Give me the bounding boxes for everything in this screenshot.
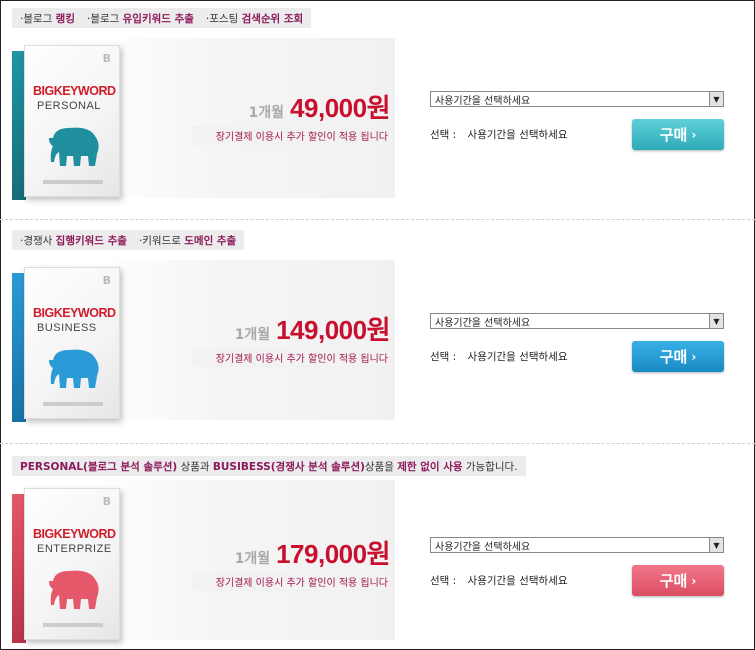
product-business: ·경쟁사 집행키워드 추출 ·키워드로 도메인 추출 B BIGKEYWORD … (0, 222, 755, 440)
buy-button[interactable]: 구매 › (632, 119, 724, 150)
box-edition: BUSINESS (37, 322, 97, 334)
price: 149,000원 (276, 315, 390, 345)
product-enterprize: PERSONAL(블로그 분석 솔루션) 상품과 BUSIBESS(경쟁사 분석… (0, 446, 755, 650)
dropdown-arrow-icon[interactable]: ▼ (709, 314, 723, 328)
box-front: B BIGKEYWORD PERSONAL (24, 45, 120, 197)
elephant-icon (49, 127, 99, 166)
product-personal: ·블로그 랭킹 ·블로그 유입키워드 추출 ·포스팅 검색순위 조회 B BIG… (0, 0, 755, 218)
box-logo-letter: B (102, 495, 111, 508)
chevron-right-icon: › (691, 127, 697, 142)
period-select[interactable]: 사용기간을 선택하세요 ▼ (430, 537, 724, 553)
selection-value: 사용기간을 선택하세요 (467, 351, 568, 363)
feature-tags: ·경쟁사 집행키워드 추출 ·키워드로 도메인 추출 (12, 230, 245, 250)
feature-tag: ·경쟁사 집행키워드 추출 (20, 234, 127, 247)
selection-value: 사용기간을 선택하세요 (467, 129, 568, 141)
price-row: 1개월 149,000원 (150, 310, 391, 347)
box-fine-print (43, 623, 103, 627)
feature-tag: ·키워드로 도메인 추출 (138, 234, 237, 247)
period-select[interactable]: 사용기간을 선택하세요 ▼ (430, 91, 724, 107)
enterprise-note: PERSONAL(블로그 분석 솔루션) 상품과 BUSIBESS(경쟁사 분석… (12, 456, 526, 476)
billing-period: 1개월 (234, 551, 271, 567)
box-front: B BIGKEYWORD ENTERPRIZE (24, 488, 120, 640)
box-edition: PERSONAL (37, 100, 101, 112)
price-row: 1개월 49,000원 (150, 88, 391, 125)
product-box-image: B BIGKEYWORD BUSINESS (12, 267, 120, 422)
period-select-value: 사용기간을 선택하세요 (435, 95, 531, 107)
selection-label: 선택 : (430, 351, 457, 363)
discount-note: 장기결제 이용시 추가 할인이 적용 됩니다 (192, 348, 390, 367)
buy-button-label: 구매 (659, 126, 688, 144)
period-select-value: 사용기간을 선택하세요 (435, 317, 531, 329)
box-brand: BIGKEYWORD (33, 84, 116, 98)
selection-summary: 선택 : 사용기간을 선택하세요 (430, 349, 567, 364)
billing-period: 1개월 (248, 105, 285, 121)
billing-period: 1개월 (234, 327, 271, 343)
period-select-value: 사용기간을 선택하세요 (435, 541, 531, 553)
box-logo-letter: B (102, 52, 111, 65)
box-logo-letter: B (102, 274, 111, 287)
note-text: PERSONAL(블로그 분석 솔루션) 상품과 BUSIBESS(경쟁사 분석… (20, 460, 518, 473)
buy-button-label: 구매 (659, 348, 688, 366)
feature-tags: ·블로그 랭킹 ·블로그 유입키워드 추출 ·포스팅 검색순위 조회 (12, 8, 312, 28)
box-brand: BIGKEYWORD (33, 527, 116, 541)
selection-summary: 선택 : 사용기간을 선택하세요 (430, 127, 567, 142)
feature-tag: ·포스팅 검색순위 조회 (205, 12, 304, 25)
elephant-icon (49, 349, 99, 388)
price: 49,000원 (290, 93, 390, 123)
feature-tag: ·블로그 유입키워드 추출 (86, 12, 194, 25)
chevron-right-icon: › (691, 573, 697, 588)
box-fine-print (43, 402, 103, 406)
product-box-image: B BIGKEYWORD ENTERPRIZE (12, 488, 120, 643)
price-row: 1개월 179,000원 (150, 534, 391, 571)
selection-value: 사용기간을 선택하세요 (467, 575, 568, 587)
box-front: B BIGKEYWORD BUSINESS (24, 267, 120, 419)
section-divider (0, 443, 755, 444)
discount-note: 장기결제 이용시 추가 할인이 적용 됩니다 (192, 572, 390, 591)
buy-button[interactable]: 구매 › (632, 341, 724, 372)
buy-button[interactable]: 구매 › (632, 565, 724, 596)
dropdown-arrow-icon[interactable]: ▼ (709, 538, 723, 552)
feature-tag: ·블로그 랭킹 (20, 12, 75, 25)
selection-summary: 선택 : 사용기간을 선택하세요 (430, 573, 567, 588)
selection-label: 선택 : (430, 575, 457, 587)
elephant-icon (49, 570, 99, 609)
section-divider (0, 219, 755, 220)
discount-note: 장기결제 이용시 추가 할인이 적용 됩니다 (192, 126, 390, 145)
box-brand: BIGKEYWORD (33, 306, 116, 320)
chevron-right-icon: › (691, 349, 697, 364)
product-box-image: B BIGKEYWORD PERSONAL (12, 45, 120, 200)
dropdown-arrow-icon[interactable]: ▼ (709, 92, 723, 106)
selection-label: 선택 : (430, 129, 457, 141)
buy-button-label: 구매 (659, 572, 688, 590)
box-edition: ENTERPRIZE (37, 543, 112, 555)
period-select[interactable]: 사용기간을 선택하세요 ▼ (430, 313, 724, 329)
box-fine-print (43, 180, 103, 184)
price: 179,000원 (276, 539, 390, 569)
